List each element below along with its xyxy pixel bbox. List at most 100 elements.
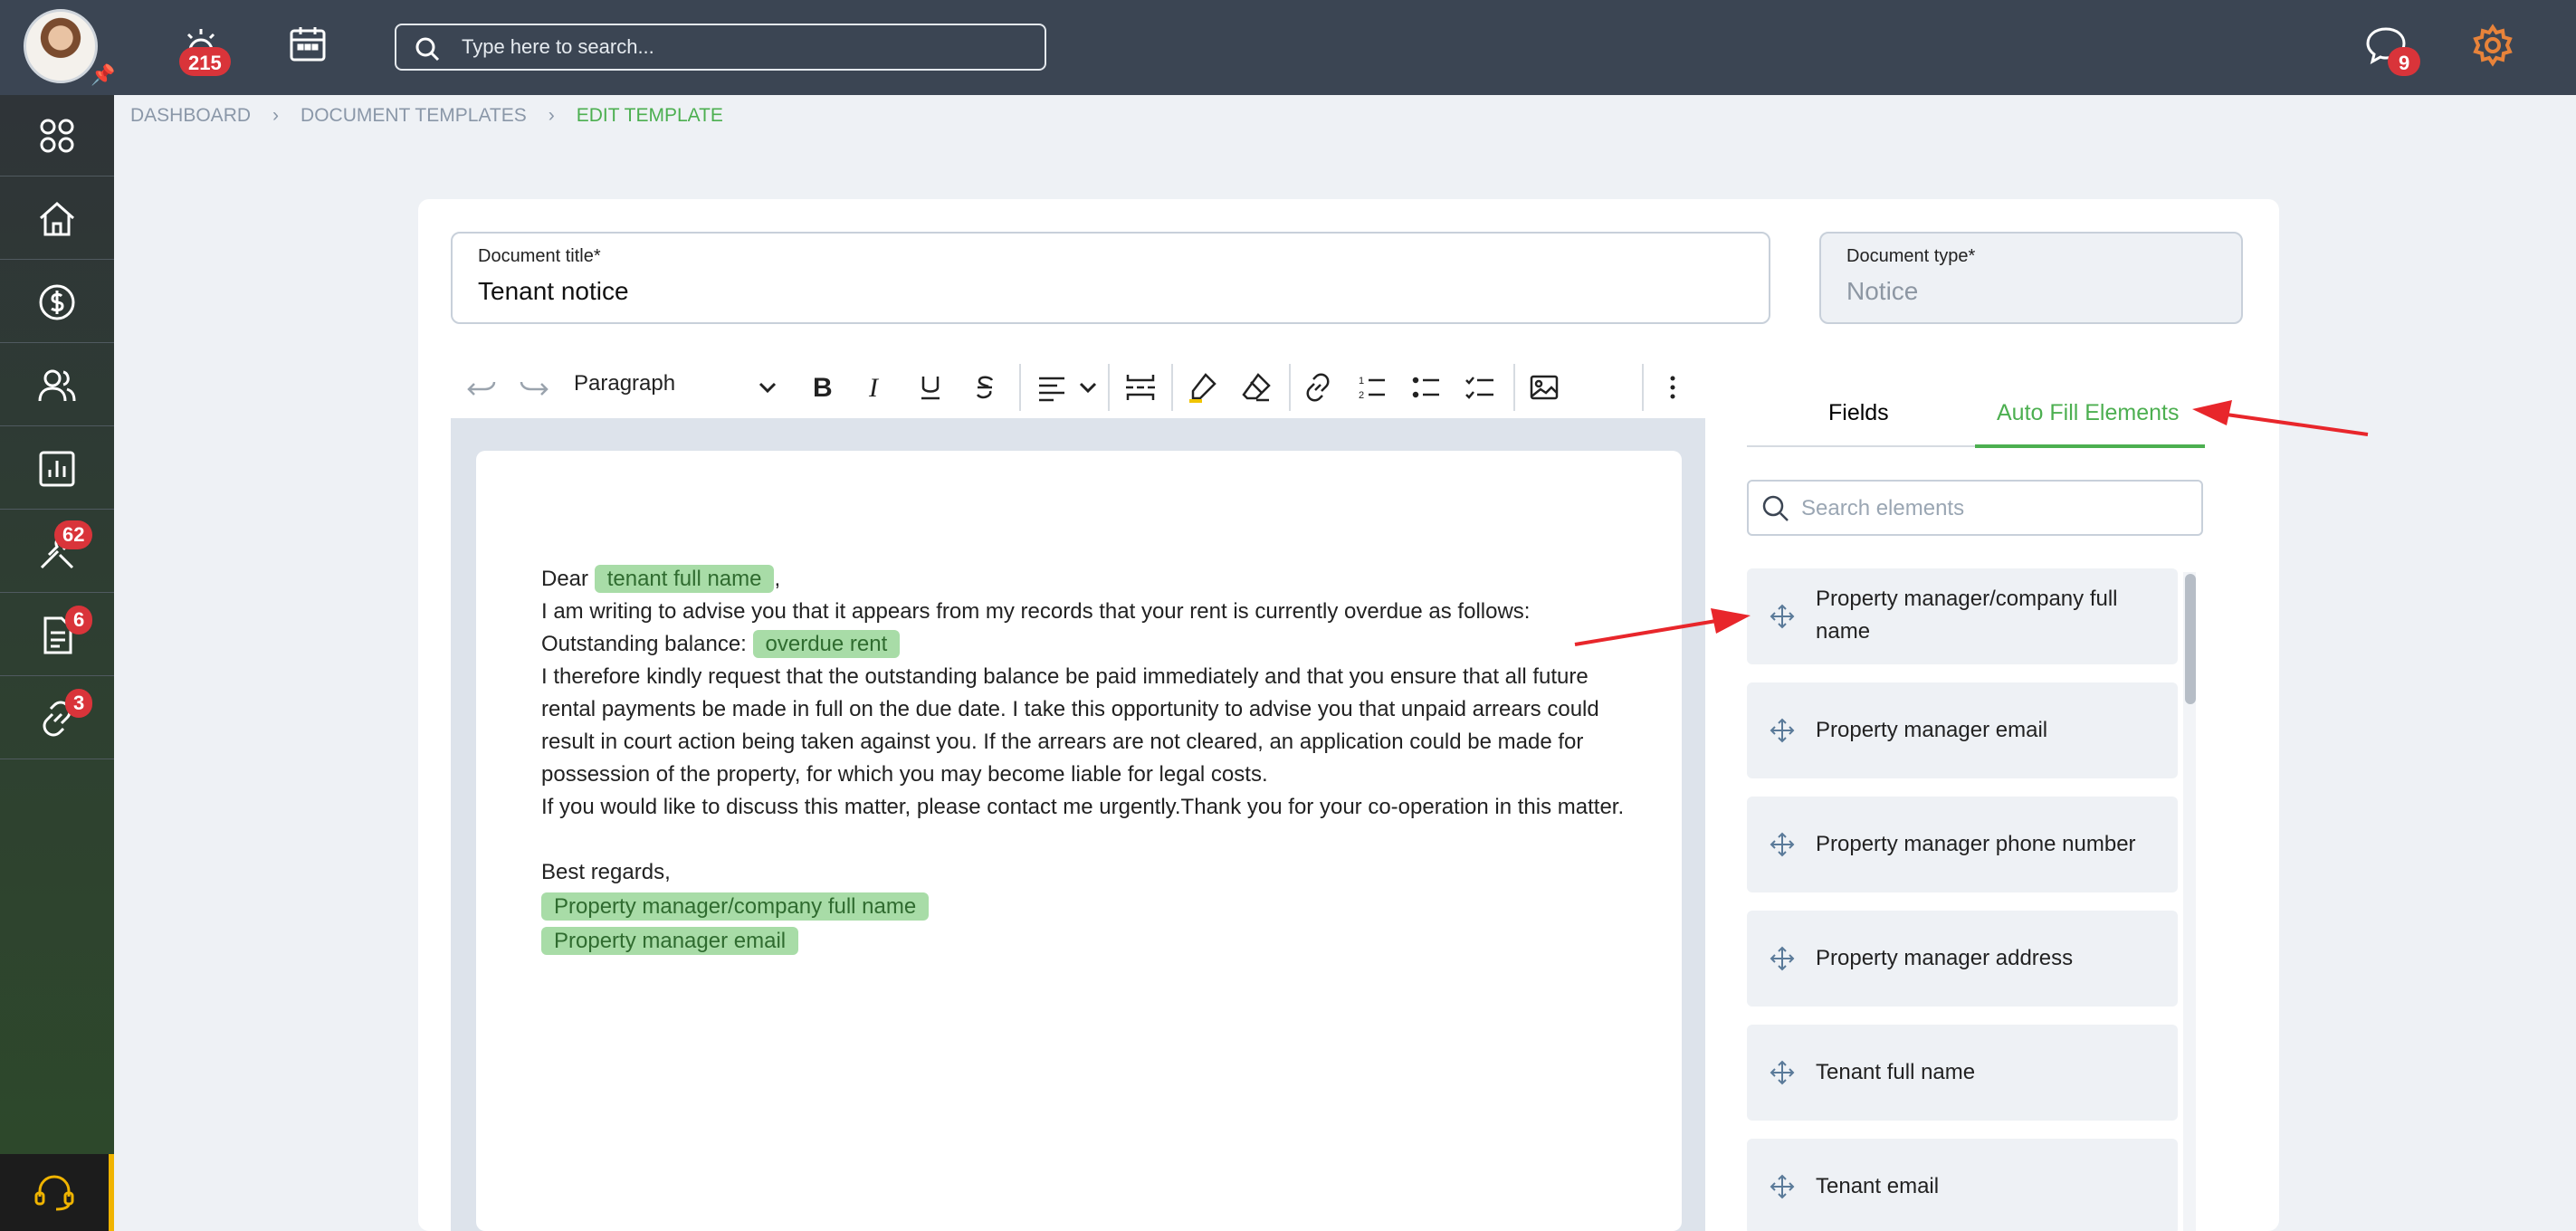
toolbar-divider xyxy=(1642,364,1644,411)
home-icon xyxy=(40,201,74,235)
sidebar-item-links[interactable]: 3 xyxy=(0,678,114,759)
drag-handle-icon[interactable] xyxy=(1769,945,1796,972)
chevron-right-icon: › xyxy=(272,105,280,126)
search-icon xyxy=(415,37,440,62)
top-bar: 📌 215 9 xyxy=(0,0,2576,95)
closing-paragraph: If you would like to discuss this matter… xyxy=(541,795,1625,819)
sidebar-item-contacts[interactable] xyxy=(0,345,114,426)
sidebar-item-finance[interactable] xyxy=(0,262,114,343)
balance-label: Outstanding balance: xyxy=(541,632,747,656)
drag-handle-icon[interactable] xyxy=(1769,717,1796,744)
drag-handle-icon[interactable] xyxy=(1769,831,1796,858)
sidebar-item-home[interactable] xyxy=(0,178,114,260)
overdue-rent-chip[interactable]: overdue rent xyxy=(752,630,901,658)
apps-grid-icon xyxy=(40,119,74,152)
underline-icon[interactable] xyxy=(909,366,952,409)
document-type-field: Document type* Notice xyxy=(1819,232,2243,324)
dollar-icon xyxy=(39,284,75,320)
eraser-icon[interactable] xyxy=(1235,366,1278,409)
avatar[interactable] xyxy=(24,9,98,83)
list-item-label: Property manager phone number xyxy=(1816,832,2136,856)
svg-text:I: I xyxy=(868,373,880,403)
toolbar-divider xyxy=(1171,364,1173,411)
list-item-label: Property manager/company full name xyxy=(1816,587,2118,644)
document-title-value[interactable]: Tenant notice xyxy=(478,277,629,306)
alarm-count-badge: 215 xyxy=(179,47,231,76)
toolbar-divider xyxy=(1513,364,1515,411)
strikethrough-icon[interactable] xyxy=(963,366,1007,409)
drag-handle-icon[interactable] xyxy=(1769,1059,1796,1086)
pm-company-name-chip[interactable]: Property manager/company full name xyxy=(541,892,930,921)
list-item[interactable]: Property manager address xyxy=(1747,911,2178,1007)
sidebar-item-apps[interactable] xyxy=(0,95,114,177)
pm-email-chip[interactable]: Property manager email xyxy=(541,927,799,955)
drag-handle-icon[interactable] xyxy=(1769,1173,1796,1200)
sidebar: 62 6 3 xyxy=(0,95,114,1231)
sidebar-item-documents[interactable]: 6 xyxy=(0,595,114,676)
checklist-icon[interactable] xyxy=(1459,366,1503,409)
breadcrumb-document-templates[interactable]: DOCUMENT TEMPLATES xyxy=(301,105,527,127)
active-tab-indicator xyxy=(1975,444,2205,448)
document-body[interactable]: Dear tenant full name, I am writing to a… xyxy=(541,563,1627,958)
breadcrumb: DASHBOARD › DOCUMENT TEMPLATES › EDIT TE… xyxy=(130,105,745,127)
sidebar-item-maintenance[interactable]: 62 xyxy=(0,511,114,593)
list-item[interactable]: Tenant email xyxy=(1747,1139,2178,1231)
image-icon[interactable] xyxy=(1522,366,1566,409)
signature-line-1: Property manager/company full name xyxy=(541,891,1627,923)
headset-icon xyxy=(34,1174,74,1210)
chevron-down-icon[interactable] xyxy=(746,366,789,409)
tenant-full-name-chip[interactable]: tenant full name xyxy=(594,565,775,593)
element-search-input[interactable] xyxy=(1801,494,2181,523)
list-item-label: Property manager email xyxy=(1816,718,2048,742)
list-item[interactable]: Property manager phone number xyxy=(1747,797,2178,892)
breadcrumb-edit-template: EDIT TEMPLATE xyxy=(576,105,723,126)
paragraph-style-select[interactable]: Paragraph xyxy=(574,371,675,396)
tab-auto-fill-elements[interactable]: Auto Fill Elements xyxy=(1997,400,2179,426)
italic-icon[interactable]: I xyxy=(854,366,898,409)
tab-fields[interactable]: Fields xyxy=(1828,400,1889,426)
undo-icon[interactable] xyxy=(460,366,503,409)
balance-line: Outstanding balance: overdue rent xyxy=(541,628,1627,661)
list-item[interactable]: Property manager email xyxy=(1747,682,2178,778)
global-search[interactable] xyxy=(395,24,1046,71)
numbered-list-icon[interactable]: 12 xyxy=(1350,366,1394,409)
svg-text:B: B xyxy=(813,373,833,403)
gear-icon[interactable] xyxy=(2471,24,2514,72)
greeting-line: Dear tenant full name, xyxy=(541,563,1627,596)
panel-tabs: Fields Auto Fill Elements xyxy=(1747,384,2205,448)
list-item[interactable]: Tenant full name xyxy=(1747,1025,2178,1121)
link-icon[interactable] xyxy=(1296,366,1340,409)
element-search[interactable] xyxy=(1747,480,2203,536)
annotation-arrow-icon xyxy=(1574,608,1751,646)
highlight-icon[interactable] xyxy=(1180,366,1224,409)
drag-handle-icon[interactable] xyxy=(1769,603,1796,630)
users-icon xyxy=(38,369,76,401)
support-button[interactable] xyxy=(0,1154,114,1231)
calendar-icon[interactable] xyxy=(288,24,328,68)
bold-icon[interactable]: B xyxy=(800,366,844,409)
editor-area: Dear tenant full name, I am writing to a… xyxy=(451,418,1705,1231)
overdue-line: I am writing to advise you that it appea… xyxy=(541,599,1531,624)
sidebar-item-reports[interactable] xyxy=(0,428,114,510)
align-dropdown-chevron-icon[interactable] xyxy=(1066,366,1110,409)
annotation-arrow-icon xyxy=(2192,400,2369,436)
request-paragraph: I therefore kindly request that the outs… xyxy=(541,664,1599,787)
breadcrumb-dashboard[interactable]: DASHBOARD xyxy=(130,105,251,127)
search-icon xyxy=(1762,495,1789,521)
list-item[interactable]: Property manager/company full name xyxy=(1747,568,2178,664)
scrollbar-thumb[interactable] xyxy=(2185,574,2196,704)
regards-line: Best regards, xyxy=(541,860,671,884)
greeting-comma: , xyxy=(774,567,781,591)
redo-icon[interactable] xyxy=(512,366,556,409)
pin-icon: 📌 xyxy=(91,63,116,86)
toolbar-divider xyxy=(1019,364,1021,411)
links-count-badge: 3 xyxy=(65,689,93,718)
more-options-icon[interactable] xyxy=(1651,366,1694,409)
page-break-icon[interactable] xyxy=(1119,366,1162,409)
document-title-field[interactable]: Document title* Tenant notice xyxy=(451,232,1770,324)
signature-line-2: Property manager email xyxy=(541,925,1627,958)
bullet-list-icon[interactable] xyxy=(1405,366,1448,409)
editor-page[interactable]: Dear tenant full name, I am writing to a… xyxy=(476,451,1682,1231)
global-search-input[interactable] xyxy=(462,33,1023,62)
